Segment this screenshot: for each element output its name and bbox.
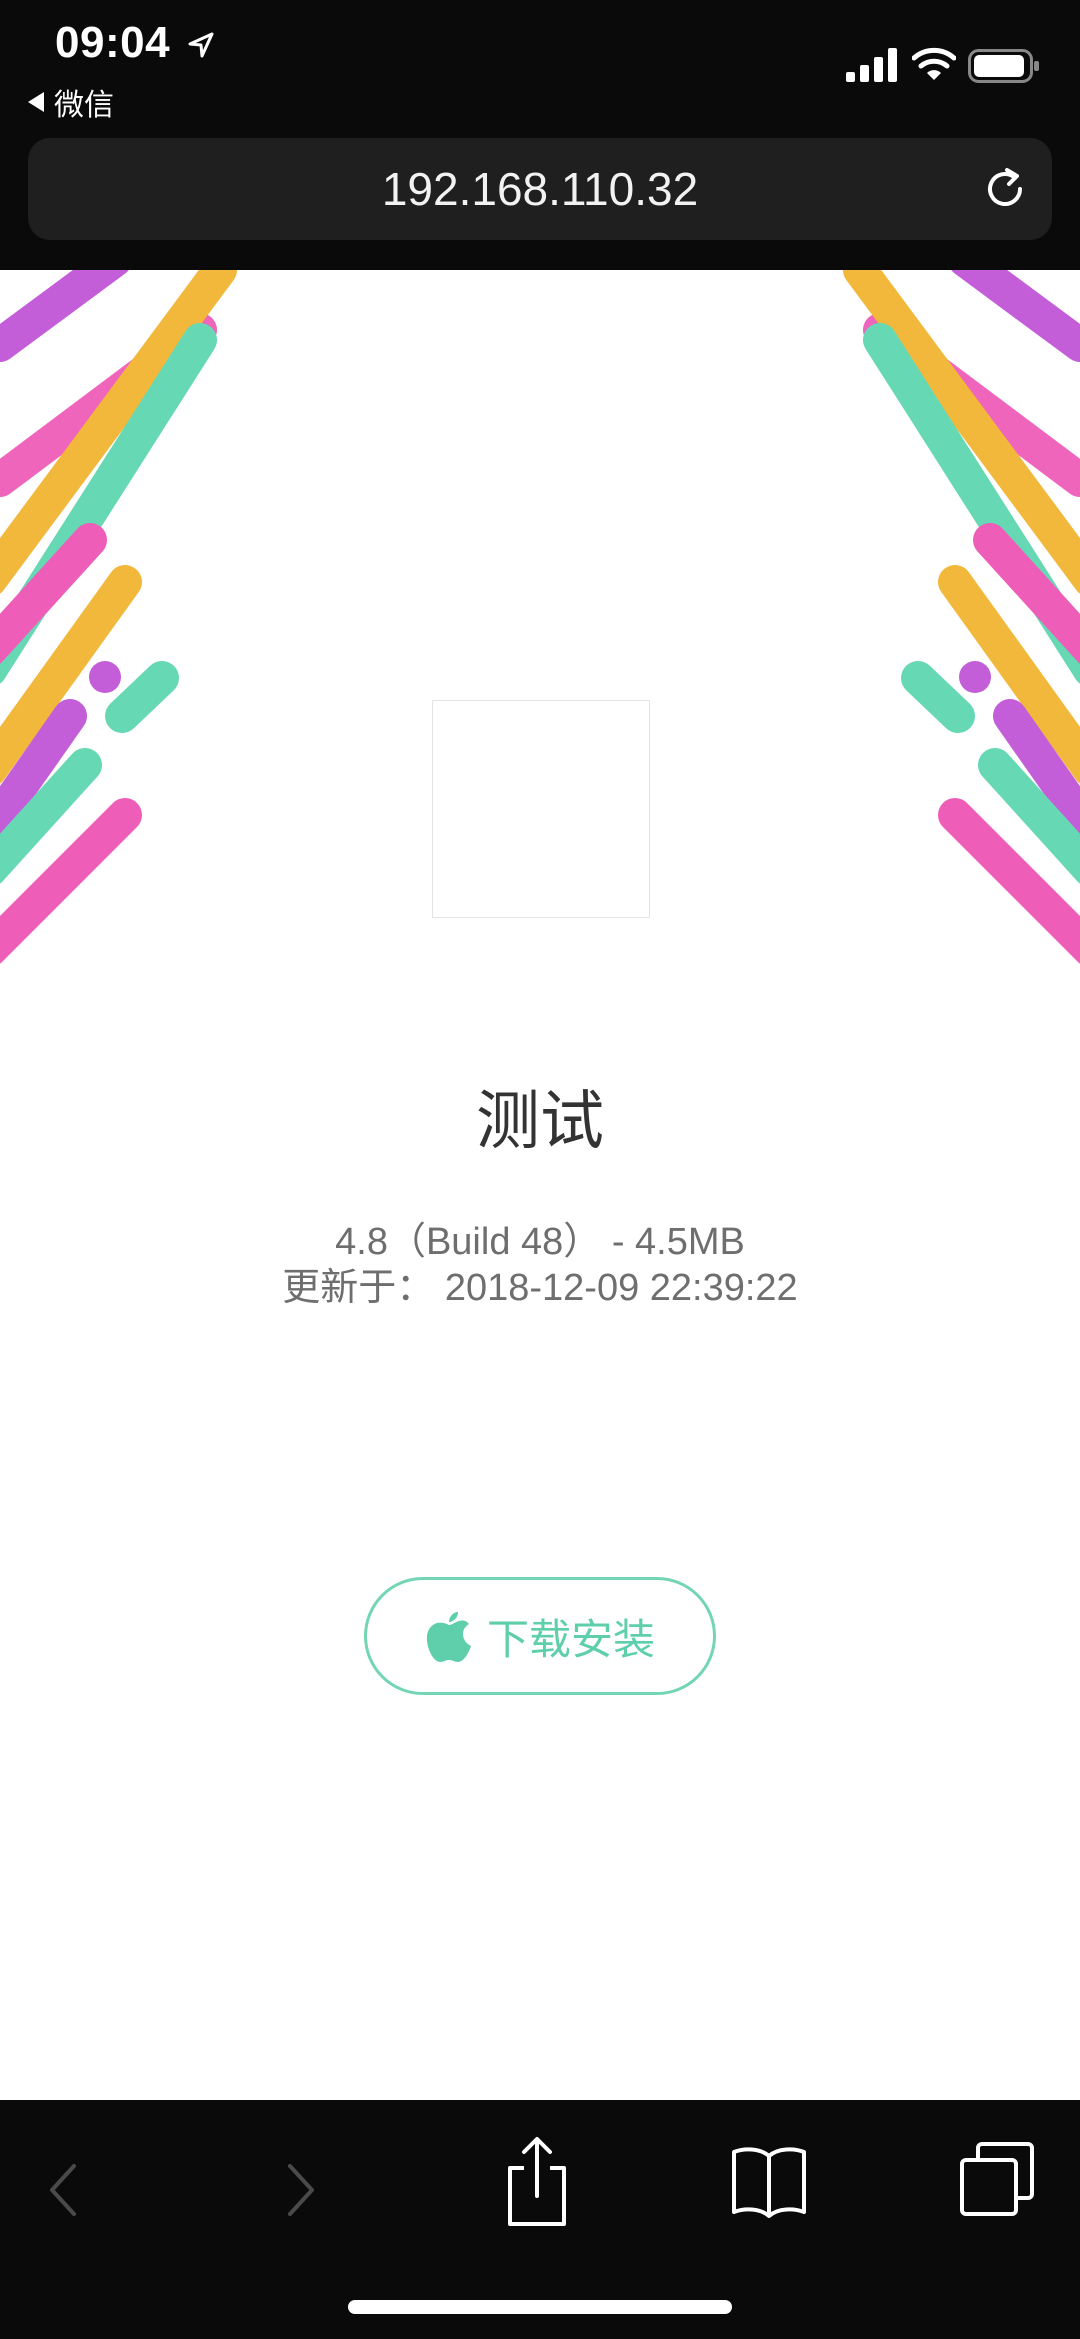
- apple-icon: [426, 1612, 471, 1662]
- home-indicator[interactable]: [348, 2300, 732, 2314]
- back-to-app-link[interactable]: 微信: [28, 80, 114, 124]
- status-time: 09:04: [55, 18, 171, 67]
- app-icon: [432, 700, 650, 918]
- forward-arrow-icon[interactable]: [282, 2150, 322, 2230]
- share-icon[interactable]: [502, 2134, 572, 2230]
- back-arrow-icon[interactable]: [42, 2150, 82, 2230]
- browser-header: 09:04 微信 192.168.110.32: [0, 0, 1080, 270]
- reload-icon[interactable]: [980, 164, 1030, 214]
- update-time: 更新于： 2018-12-09 22:39:22: [282, 1267, 798, 1309]
- download-page: 测试 4.8（Build 48） - 4.5MB 更新于： 2018-12-09…: [0, 270, 1080, 2100]
- install-label: 下载安装: [486, 1614, 655, 1664]
- back-app-label: 微信: [54, 88, 114, 123]
- install-button[interactable]: 下载安装: [364, 1577, 716, 1695]
- tabs-icon[interactable]: [958, 2140, 1036, 2218]
- bookmarks-icon[interactable]: [730, 2142, 808, 2218]
- back-triangle-icon: [28, 92, 44, 112]
- url-text: 192.168.110.32: [381, 163, 699, 215]
- cellular-signal-icon: [846, 48, 897, 82]
- location-arrow-icon: [188, 32, 214, 58]
- address-bar[interactable]: 192.168.110.32: [28, 138, 1052, 240]
- app-title: 测试: [476, 1085, 604, 1159]
- wifi-icon: [912, 47, 956, 80]
- battery-icon: [968, 49, 1039, 83]
